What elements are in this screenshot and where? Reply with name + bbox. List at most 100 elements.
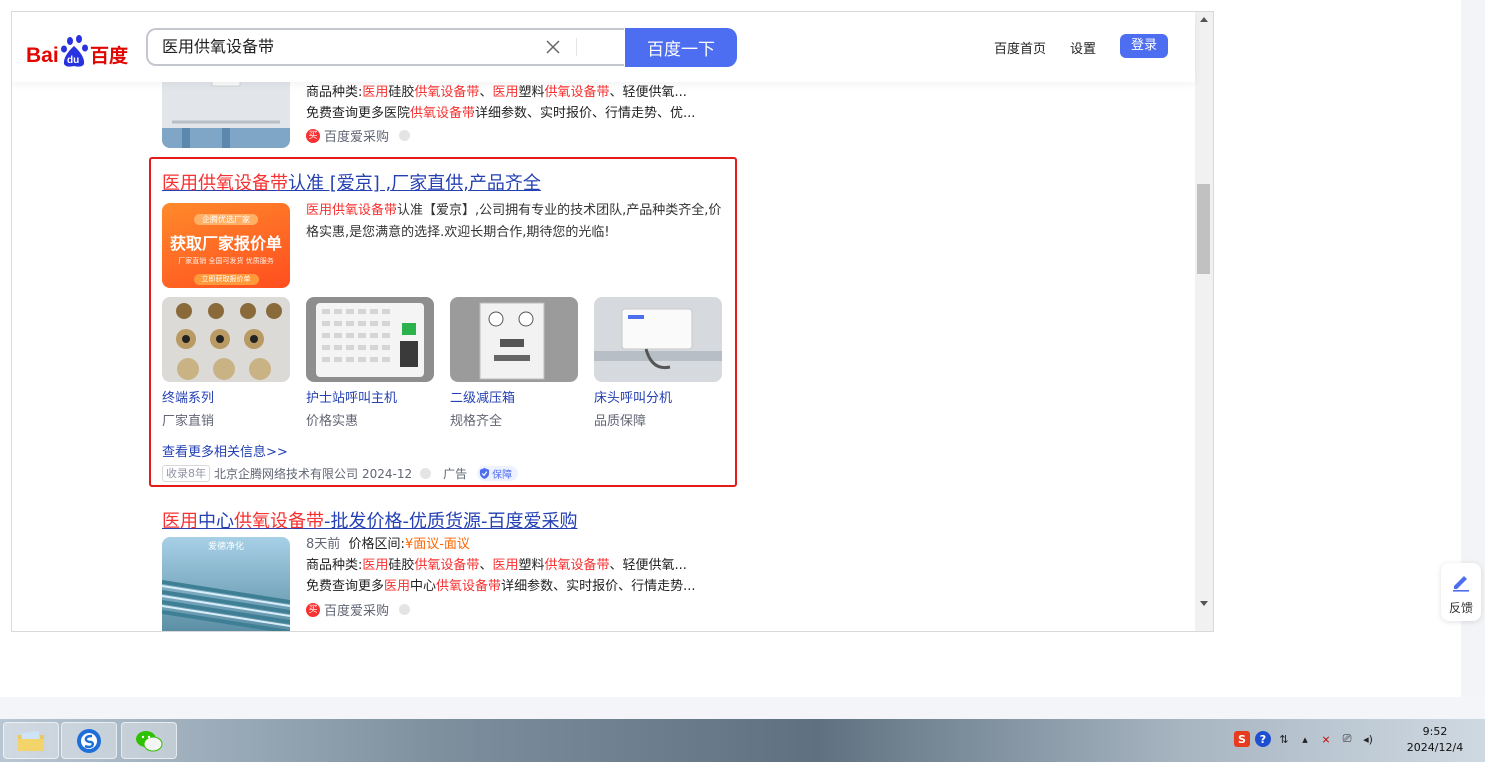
- chevron-up-icon[interactable]: ▴: [1297, 731, 1313, 747]
- keyword: 供氧设备带: [436, 579, 502, 594]
- product-image[interactable]: [594, 297, 722, 382]
- gas-terminal-photo: [162, 297, 290, 382]
- ime-mode-icon[interactable]: ⇅: [1276, 731, 1292, 747]
- sogou-browser-icon: [77, 728, 101, 753]
- taskbar-clock[interactable]: 9:52 2024/12/4: [1400, 724, 1470, 756]
- keyword: 供氧设备带: [544, 85, 610, 100]
- banner-subline: 厂家直销 全国可发货 优质服务: [178, 257, 274, 265]
- product-name[interactable]: 终端系列: [162, 390, 290, 408]
- product-name[interactable]: 二级减压箱: [450, 390, 578, 408]
- source-name[interactable]: 百度爱采购: [324, 126, 389, 145]
- text: 硅胶: [388, 558, 415, 573]
- ad-date: 2024-12: [362, 466, 413, 481]
- result-title-link[interactable]: 医用中心供氧设备带-批发价格-优质货源-百度爱采购: [162, 507, 577, 533]
- source-menu-icon[interactable]: [399, 604, 411, 615]
- text: 、: [479, 558, 493, 573]
- result-thumbnail[interactable]: 爱德净化: [162, 537, 290, 631]
- result-age: 8天前: [306, 537, 341, 552]
- clock-date: 2024/12/4: [1406, 741, 1464, 754]
- product-subtitle: 品质保障: [594, 414, 647, 429]
- taskbar-browser-button[interactable]: [61, 722, 117, 759]
- keyword: 供氧设备带: [414, 558, 480, 573]
- source-menu-icon[interactable]: [399, 130, 411, 141]
- scroll-thumb[interactable]: [1197, 184, 1210, 274]
- product-card: 二级减压箱 规格齐全: [450, 297, 578, 431]
- volume-icon[interactable]: ◂): [1360, 731, 1376, 747]
- product-image[interactable]: [306, 297, 434, 382]
- product-card: 护士站呼叫主机 价格实惠: [306, 297, 434, 431]
- search-box: [146, 28, 624, 66]
- more-info-link[interactable]: 查看更多相关信息>>: [162, 441, 288, 460]
- text: 中心: [410, 579, 437, 594]
- pipes-photo: [162, 580, 290, 631]
- sogou-ime-icon[interactable]: S: [1234, 731, 1250, 747]
- feedback-label: 反馈: [1448, 601, 1473, 615]
- product-image[interactable]: [450, 297, 578, 382]
- baidu-logo[interactable]: Bai du 百度: [26, 34, 136, 68]
- clock-time: 9:52: [1422, 725, 1448, 738]
- wechat-icon: [136, 730, 163, 751]
- search-button[interactable]: 百度一下: [625, 28, 737, 67]
- results-area: 商品种类:医用硅胶供氧设备带、医用塑料供氧设备带、轻便供氧... 免费查询更多医…: [12, 12, 1195, 631]
- text: 塑料: [518, 85, 545, 100]
- pressure-box-photo: [450, 297, 578, 382]
- result-snippet: 商品种类:医用硅胶供氧设备带、医用塑料供氧设备带、轻便供氧... 免费查询更多医…: [306, 82, 726, 145]
- text: 详细参数、实时报价、行情走势、优...: [475, 106, 696, 121]
- title-text: 中心: [198, 511, 234, 532]
- keyword: 医用: [492, 558, 519, 573]
- bedside-unit-photo: [594, 297, 722, 382]
- keyword: 供氧设备带: [414, 85, 480, 100]
- advertiser-name[interactable]: 北京企腾网络技术有限公司: [214, 465, 358, 482]
- title-keyword: 供氧设备带: [234, 511, 324, 532]
- keyword: 医用: [384, 579, 411, 594]
- ad-title-link[interactable]: 医用供氧设备带认准 [爱京] ,厂家直供,产品齐全: [162, 169, 541, 195]
- ad-banner-image[interactable]: 企腾优选厂家 获取厂家报价单 厂家直销 全国可发货 优质服务 立即获取报价单: [162, 203, 290, 288]
- feedback-button[interactable]: 反馈: [1441, 563, 1481, 621]
- login-button[interactable]: 登录: [1120, 34, 1168, 58]
- source-name[interactable]: 百度爱采购: [324, 600, 389, 619]
- text: 塑料: [518, 558, 545, 573]
- text: 商品种类:: [306, 558, 363, 573]
- divider: [576, 38, 577, 56]
- product-subtitle: 厂家直销: [162, 414, 215, 429]
- title-text: -批发价格-优质货源-百度爱采购: [324, 511, 578, 532]
- product-card: 终端系列 厂家直销: [162, 297, 290, 431]
- product-image[interactable]: [162, 297, 290, 382]
- svg-text:du: du: [67, 55, 79, 66]
- title-text: 认准 [爱京] ,厂家直供,产品齐全: [288, 173, 541, 194]
- banner-cta: 立即获取报价单: [193, 274, 259, 285]
- desc-keyword: 医用供氧设备带: [306, 203, 398, 218]
- banner-headline: 获取厂家报价单: [169, 234, 282, 253]
- action-center-icon[interactable]: ⎚: [1339, 731, 1355, 747]
- nav-link-home[interactable]: 百度首页: [994, 38, 1046, 57]
- ad-description: 医用供氧设备带认准【爱京】,公司拥有专业的技术团队,产品种类齐全,价格实惠,是您…: [306, 200, 724, 244]
- nurse-station-photo: [306, 297, 434, 382]
- svg-text:百度: 百度: [90, 44, 129, 67]
- vertical-scrollbar[interactable]: [1195, 12, 1213, 631]
- nav-link-settings[interactable]: 设置: [1070, 38, 1096, 57]
- ad-menu-icon[interactable]: [420, 468, 432, 479]
- close-icon[interactable]: [544, 38, 562, 56]
- taskbar-folder-button[interactable]: [3, 722, 59, 759]
- keyword: 供氧设备带: [410, 106, 476, 121]
- text: 商品种类:: [306, 85, 363, 100]
- taskbar-wechat-button[interactable]: [121, 722, 177, 759]
- indexed-years-tag: 收录8年: [162, 465, 210, 482]
- help-icon[interactable]: ?: [1255, 731, 1271, 747]
- scroll-down-arrow-icon[interactable]: [1200, 601, 1208, 606]
- text: 、: [479, 85, 493, 100]
- product-card: 床头呼叫分机 品质保障: [594, 297, 722, 431]
- folder-icon: [18, 730, 44, 751]
- product-name[interactable]: 床头呼叫分机: [594, 390, 722, 408]
- search-header: Bai du 百度 百度一下 百度首页 设置 登录: [12, 12, 1195, 82]
- scroll-up-arrow-icon[interactable]: [1200, 17, 1208, 22]
- keyword: 医用: [362, 558, 389, 573]
- network-disconnected-icon[interactable]: ⨯: [1318, 731, 1334, 747]
- search-input[interactable]: [162, 30, 522, 64]
- snippet-line: 商品种类:医用硅胶供氧设备带、医用塑料供氧设备带、轻便供氧...: [306, 555, 726, 576]
- guarantee-badge[interactable]: 保障: [477, 466, 519, 481]
- aicaigou-icon: 买: [306, 602, 320, 617]
- source-line: 买 百度爱采购: [306, 126, 726, 145]
- keyword: 供氧设备带: [544, 558, 610, 573]
- product-name[interactable]: 护士站呼叫主机: [306, 390, 434, 408]
